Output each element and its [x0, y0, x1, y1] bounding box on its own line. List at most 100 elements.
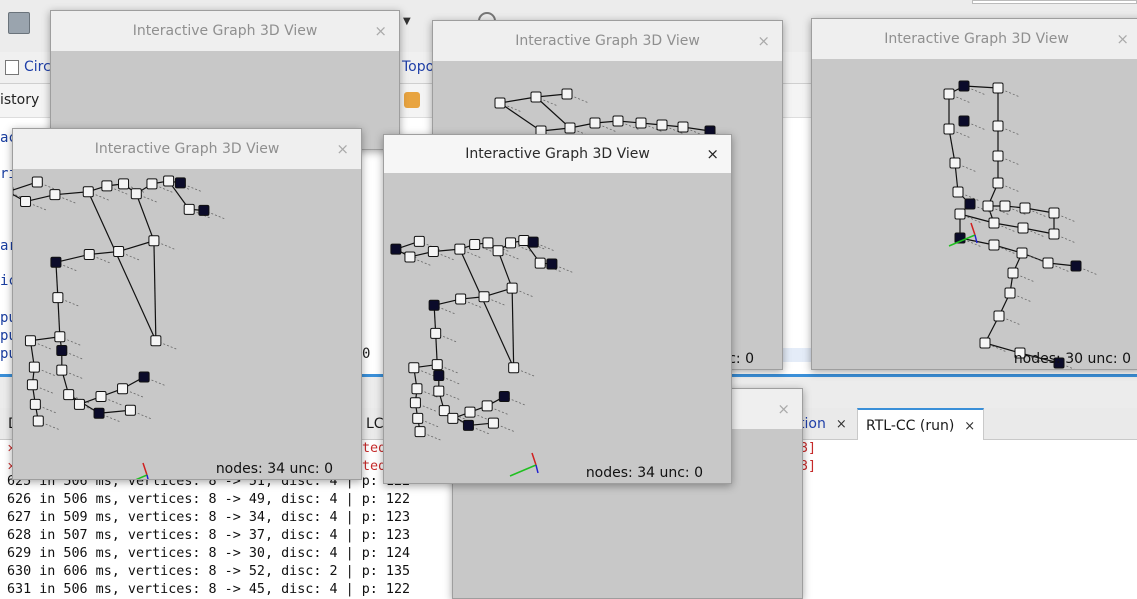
close-icon[interactable]: ×: [757, 21, 770, 61]
graph-stats: nodes: 30 unc: 0: [1013, 351, 1131, 367]
axis-z: [535, 464, 539, 474]
axis-x: [142, 462, 148, 476]
graph-node: [454, 243, 466, 255]
graph-node: [455, 293, 467, 305]
close-icon[interactable]: ×: [706, 135, 719, 173]
graph-node: [431, 359, 443, 371]
graph-node: [505, 237, 517, 249]
graph-node: [20, 196, 32, 208]
graph-node: [1042, 257, 1054, 269]
close-icon[interactable]: ×: [964, 419, 975, 434]
graph-node: [527, 236, 539, 248]
graph-node: [427, 245, 439, 257]
graph-canvas[interactable]: [812, 59, 1137, 370]
window-titlebar[interactable]: Interactive Graph 3D View: [433, 21, 782, 61]
graph-node: [93, 407, 105, 419]
graph-node: [29, 398, 41, 410]
window-titlebar[interactable]: Interactive Graph 3D View: [13, 129, 361, 169]
graph-node: [130, 188, 142, 200]
graph-node: [52, 292, 64, 304]
log-line: 629 in 506 ms, vertices: 8 -> 30, disc: …: [7, 546, 411, 561]
graph-edge: [499, 102, 542, 132]
graph-node: [656, 119, 668, 131]
graph-node: [31, 176, 43, 188]
graph-node: [464, 406, 476, 418]
graph-node: [546, 258, 558, 270]
graph-node: [635, 117, 647, 129]
search-box[interactable]: [972, 0, 1137, 4]
graph-canvas[interactable]: [13, 169, 362, 480]
dropdown-arrow-icon[interactable]: ▼: [403, 16, 411, 27]
graph-node: [498, 391, 510, 403]
window-titlebar[interactable]: Interactive Graph 3D View: [51, 11, 399, 51]
bucket-icon[interactable]: [404, 92, 420, 108]
tab-label: tion: [799, 416, 826, 432]
graph-node: [964, 198, 976, 210]
graph-node: [49, 189, 61, 201]
graph-node: [530, 91, 542, 103]
graph-node: [404, 251, 416, 263]
graph-node: [32, 415, 44, 427]
graph-node: [150, 335, 162, 347]
output-tab-tion[interactable]: tion ×: [795, 408, 851, 440]
log-line: 628 in 507 ms, vertices: 8 -> 37, disc: …: [7, 528, 411, 543]
graph-window-right[interactable]: Interactive Graph 3D View × nodes: 30 un…: [811, 18, 1137, 370]
close-icon[interactable]: ×: [336, 129, 349, 169]
graph-node: [534, 257, 546, 269]
tab-label: RTL-CC (run): [866, 418, 955, 434]
graph-node: [988, 217, 1000, 229]
graph-node: [124, 404, 136, 416]
server-icon[interactable]: [8, 12, 30, 34]
graph-node: [73, 398, 85, 410]
graph-node: [117, 383, 129, 395]
graph-node: [412, 412, 424, 424]
graph-node: [54, 331, 66, 343]
graph-edge: [153, 240, 157, 341]
graph-node: [433, 385, 445, 397]
graph-node: [83, 248, 95, 260]
graph-node: [988, 239, 1000, 251]
graph-node: [428, 299, 440, 311]
graph-node: [414, 426, 426, 438]
history-tab[interactable]: istory: [0, 92, 39, 108]
graph-node: [506, 282, 518, 294]
graph-window-left[interactable]: Interactive Graph 3D View × nodes: 34 un…: [12, 128, 362, 480]
graph-node: [999, 200, 1011, 212]
graph-node: [462, 419, 474, 431]
graph-edge: [87, 191, 157, 341]
graph-node: [518, 235, 530, 247]
graph-node: [561, 88, 573, 100]
tab-circ[interactable]: Circ: [24, 59, 51, 75]
window-titlebar[interactable]: Interactive Graph 3D View: [384, 135, 731, 173]
graph-node: [148, 235, 160, 247]
graph-node: [952, 186, 964, 198]
graph-stats: c: 0: [728, 351, 754, 367]
graph-canvas[interactable]: [384, 173, 732, 484]
graph-node: [993, 310, 1005, 322]
graph-window-center[interactable]: Interactive Graph 3D View × nodes: 34 un…: [383, 134, 732, 484]
graph-node: [589, 117, 601, 129]
graph-node: [113, 246, 125, 258]
graph-edge: [57, 297, 61, 337]
graph-node: [26, 379, 38, 391]
window-title: Interactive Graph 3D View: [132, 23, 318, 39]
axis-z: [974, 234, 978, 244]
graph-node: [494, 97, 506, 109]
graph-node: [949, 157, 961, 169]
close-icon[interactable]: ×: [374, 11, 387, 51]
output-tab-rtl-cc[interactable]: RTL-CC (run) ×: [857, 408, 985, 441]
tab-topo[interactable]: Topo: [402, 59, 434, 75]
graph-node: [28, 361, 40, 373]
graph-node: [982, 200, 994, 212]
graph-node: [1017, 222, 1029, 234]
window-titlebar[interactable]: Interactive Graph 3D View: [812, 19, 1137, 59]
graph-node: [82, 186, 94, 198]
close-icon[interactable]: ×: [1116, 19, 1129, 59]
graph-node: [1019, 202, 1031, 214]
close-icon[interactable]: ×: [836, 417, 847, 432]
graph-node: [508, 362, 520, 374]
close-icon[interactable]: ×: [777, 389, 790, 429]
graph-node: [447, 412, 459, 424]
axis-x: [531, 452, 537, 466]
graph-node: [408, 362, 420, 374]
